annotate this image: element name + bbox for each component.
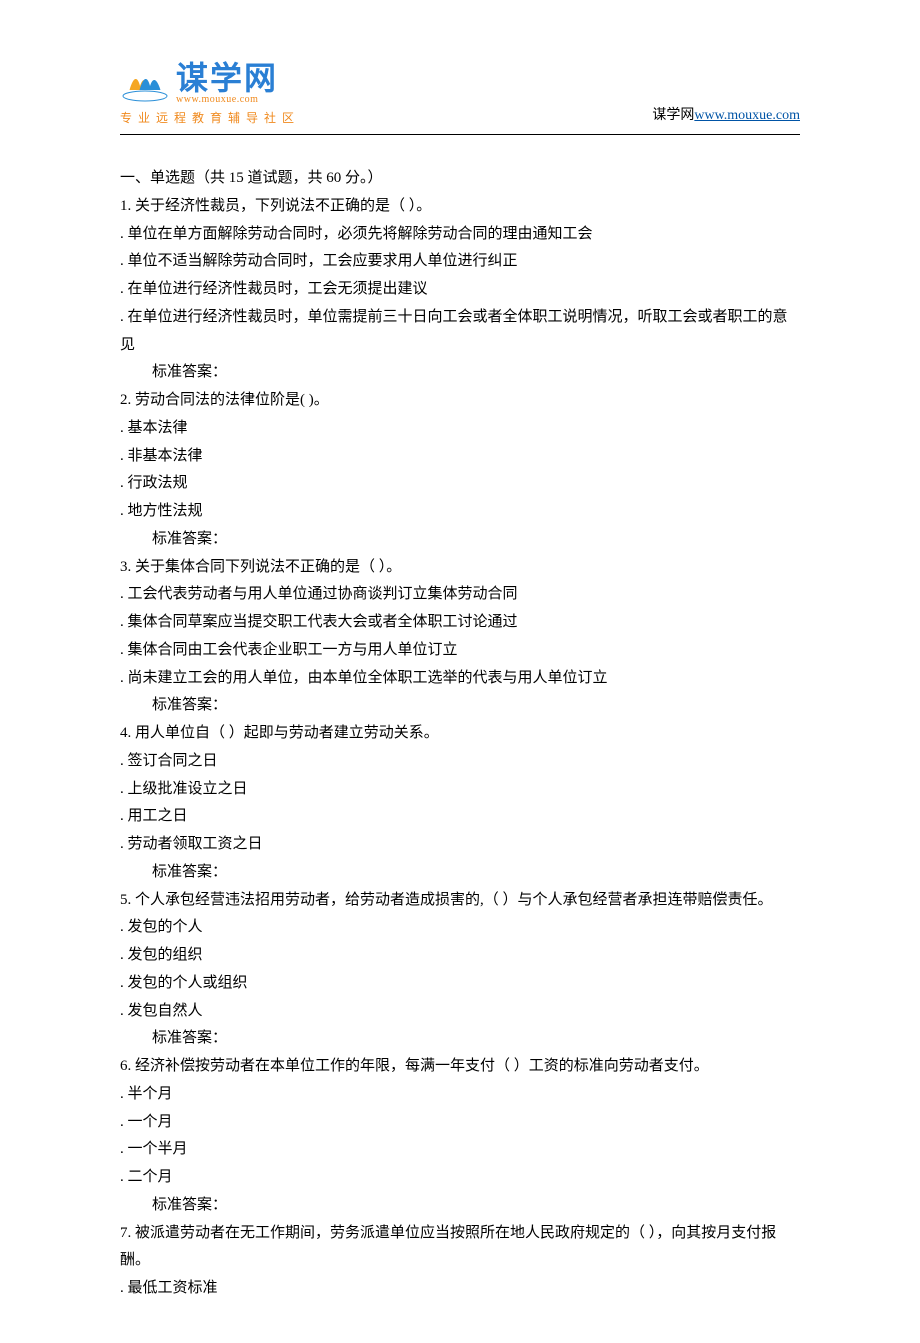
site-link[interactable]: www.mouxue.com (694, 108, 800, 123)
question-option: . 非基本法律 (120, 443, 800, 471)
site-label: 谋学网 (652, 108, 694, 123)
question-option: . 发包的个人 (120, 914, 800, 942)
answer-label: 标准答案： (120, 1025, 800, 1053)
question-stem: 2. 劳动合同法的法律位阶是( )。 (120, 387, 800, 415)
site-reference: 谋学网www.mouxue.com (652, 104, 800, 126)
logo-url-text: www.mouxue.com (176, 95, 278, 105)
question-option: . 劳动者领取工资之日 (120, 831, 800, 859)
logo-main: 谋学网 www.mouxue.com (120, 60, 300, 107)
question-option: . 签订合同之日 (120, 748, 800, 776)
questions-container: 1. 关于经济性裁员，下列说法不正确的是（ ）。. 单位在单方面解除劳动合同时，… (120, 193, 800, 1303)
header-divider (120, 134, 800, 135)
question-option: . 单位不适当解除劳动合同时，工会应要求用人单位进行纠正 (120, 248, 800, 276)
question-stem: 1. 关于经济性裁员，下列说法不正确的是（ ）。 (120, 193, 800, 221)
question-stem: 6. 经济补偿按劳动者在本单位工作的年限，每满一年支付（ ）工资的标准向劳动者支… (120, 1053, 800, 1081)
question-option: . 集体合同由工会代表企业职工一方与用人单位订立 (120, 637, 800, 665)
question-option: . 工会代表劳动者与用人单位通过协商谈判订立集体劳动合同 (120, 581, 800, 609)
question-stem: 3. 关于集体合同下列说法不正确的是（ ）。 (120, 554, 800, 582)
question-option: . 发包的个人或组织 (120, 970, 800, 998)
logo-name-cn: 谋学网 (176, 62, 278, 94)
answer-label: 标准答案： (120, 359, 800, 387)
logo-tagline: 专业远程教育辅导社区 (120, 109, 300, 126)
question-option: . 在单位进行经济性裁员时，工会无须提出建议 (120, 276, 800, 304)
answer-label: 标准答案： (120, 526, 800, 554)
question-option: . 基本法律 (120, 415, 800, 443)
question-option: . 在单位进行经济性裁员时，单位需提前三十日向工会或者全体职工说明情况，听取工会… (120, 304, 800, 360)
question-option: . 集体合同草案应当提交职工代表大会或者全体职工讨论通过 (120, 609, 800, 637)
question-option: . 行政法规 (120, 470, 800, 498)
question-option: . 地方性法规 (120, 498, 800, 526)
logo-icon (120, 60, 170, 107)
question-option: . 发包的组织 (120, 942, 800, 970)
question-option: . 单位在单方面解除劳动合同时，必须先将解除劳动合同的理由通知工会 (120, 221, 800, 249)
content-body: 一、单选题（共 15 道试题，共 60 分。） 1. 关于经济性裁员，下列说法不… (120, 165, 800, 1303)
logo-text: 谋学网 www.mouxue.com (176, 62, 278, 105)
logo-block: 谋学网 www.mouxue.com 专业远程教育辅导社区 (120, 60, 300, 126)
question-option: . 上级批准设立之日 (120, 776, 800, 804)
document-page: 谋学网 www.mouxue.com 专业远程教育辅导社区 谋学网www.mou… (0, 0, 920, 1343)
question-option: . 发包自然人 (120, 998, 800, 1026)
question-option: . 最低工资标准 (120, 1275, 800, 1303)
question-option: . 半个月 (120, 1081, 800, 1109)
question-stem: 5. 个人承包经营违法招用劳动者，给劳动者造成损害的,（ ）与个人承包经营者承担… (120, 887, 800, 915)
question-option: . 一个月 (120, 1109, 800, 1137)
answer-label: 标准答案： (120, 692, 800, 720)
question-stem: 4. 用人单位自（ ）起即与劳动者建立劳动关系。 (120, 720, 800, 748)
page-header: 谋学网 www.mouxue.com 专业远程教育辅导社区 谋学网www.mou… (120, 60, 800, 126)
question-option: . 一个半月 (120, 1136, 800, 1164)
question-option: . 二个月 (120, 1164, 800, 1192)
answer-label: 标准答案： (120, 1192, 800, 1220)
answer-label: 标准答案： (120, 859, 800, 887)
question-option: . 用工之日 (120, 803, 800, 831)
question-stem: 7. 被派遣劳动者在无工作期间，劳务派遣单位应当按照所在地人民政府规定的（ ），… (120, 1220, 800, 1276)
question-option: . 尚未建立工会的用人单位，由本单位全体职工选举的代表与用人单位订立 (120, 665, 800, 693)
section-title: 一、单选题（共 15 道试题，共 60 分。） (120, 165, 800, 193)
